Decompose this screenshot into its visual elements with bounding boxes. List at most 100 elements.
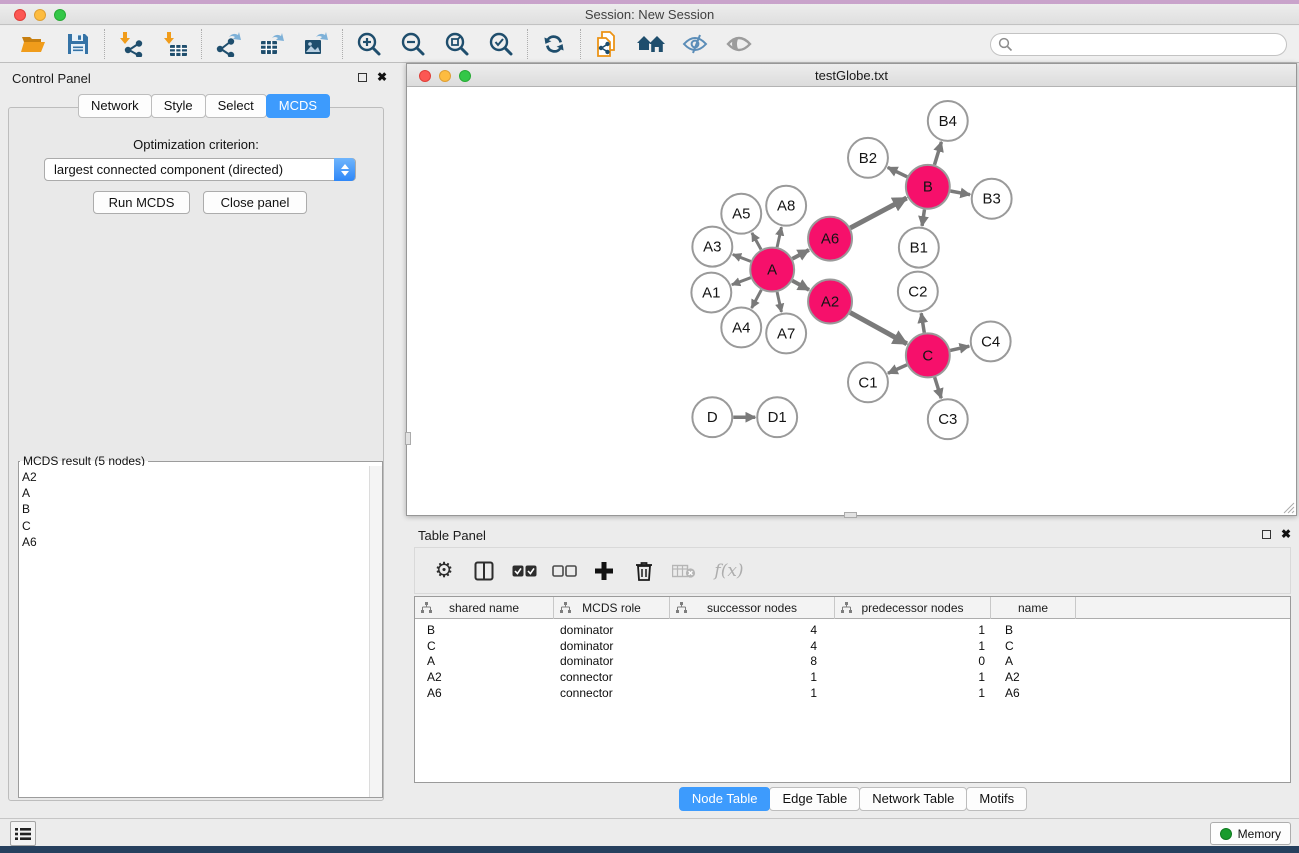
column-header-name[interactable]: name [991,597,1076,619]
export-network-button[interactable] [211,29,245,59]
resize-grip-icon[interactable] [1281,500,1295,514]
tab-node-table[interactable]: Node Table [679,787,771,811]
node-A[interactable]: A [750,248,794,292]
edge-A2-C[interactable] [850,313,907,344]
node-A7[interactable]: A7 [766,313,806,353]
splitter-handle-vertical[interactable] [405,432,411,445]
node-B[interactable]: B [906,165,950,209]
column-header-predecessor-nodes[interactable]: predecessor nodes [835,597,991,619]
close-network-window-button[interactable] [419,70,431,82]
network-canvas[interactable]: B4 B2 B3 A8A5A3 B1 A1 C2 A4A7 C4 C1 C3 D D1 B A6 A A2 C [407,88,1296,515]
import-table-button[interactable] [158,29,192,59]
delete-columns-button[interactable] [627,556,661,586]
table-row[interactable]: Cdominator41C [415,638,1290,654]
zoom-network-window-button[interactable] [459,70,471,82]
float-table-panel-icon[interactable] [1262,530,1271,539]
node-A3[interactable]: A3 [692,227,732,267]
table-row[interactable]: A2connector11A2 [415,669,1290,685]
export-table-button[interactable] [255,29,289,59]
new-network-from-selection-button[interactable] [590,29,624,59]
edge-C-C3[interactable] [935,377,942,398]
node-C1[interactable]: C1 [848,362,888,402]
node-D1[interactable]: D1 [757,397,797,437]
tab-edge-table[interactable]: Edge Table [769,787,860,811]
node-B4[interactable]: B4 [928,101,968,141]
mcds-result-scrollbar[interactable] [369,466,382,797]
zoom-selected-button[interactable] [484,29,518,59]
tab-network[interactable]: Network [78,94,152,118]
node-C3[interactable]: C3 [928,399,968,439]
edge-A6-B[interactable] [850,198,906,228]
close-panel-icon[interactable]: ✖ [377,70,387,84]
network-graph[interactable]: B4 B2 B3 A8A5A3 B1 A1 C2 A4A7 C4 C1 C3 D D1 B A6 A A2 C [407,88,1296,515]
tab-style[interactable]: Style [151,94,206,118]
column-split-button[interactable] [467,556,501,586]
edge-A-A5[interactable] [752,233,761,250]
edge-A-A7[interactable] [777,292,781,312]
table-row[interactable]: A6connector11A6 [415,685,1290,701]
mcds-result-item[interactable]: B [22,501,369,517]
splitter-handle-horizontal[interactable] [844,512,857,518]
node-A8[interactable]: A8 [766,186,806,226]
node-A4[interactable]: A4 [721,307,761,347]
column-header-shared-name[interactable]: shared name [415,597,554,619]
edge-C-C1[interactable] [888,365,907,374]
zoom-in-button[interactable] [352,29,386,59]
network-window-titlebar[interactable]: testGlobe.txt [407,64,1296,87]
export-image-button[interactable] [299,29,333,59]
mcds-result-item[interactable]: C [22,518,369,534]
run-mcds-button[interactable]: Run MCDS [93,191,190,214]
import-network-button[interactable] [114,29,148,59]
zoom-fit-button[interactable] [440,29,474,59]
node-C[interactable]: C [906,333,950,377]
mcds-result-item[interactable]: A2 [22,469,369,485]
close-panel-button[interactable]: Close panel [203,191,307,214]
table-options-button[interactable]: ⚙ [427,556,461,586]
edge-B-B3[interactable] [950,191,970,195]
task-history-button[interactable] [10,821,36,846]
node-A6[interactable]: A6 [808,217,852,261]
node-A1[interactable]: A1 [691,273,731,313]
edge-B-B1[interactable] [922,209,924,225]
node-B3[interactable]: B3 [972,179,1012,219]
zoom-window-button[interactable] [54,9,66,21]
node-C4[interactable]: C4 [971,321,1011,361]
tab-mcds[interactable]: MCDS [266,94,330,118]
mcds-result-item[interactable]: A6 [22,534,369,550]
tab-select[interactable]: Select [205,94,267,118]
node-B1[interactable]: B1 [899,228,939,268]
node-B2[interactable]: B2 [848,138,888,178]
edge-A-A3[interactable] [733,254,751,261]
node-C2[interactable]: C2 [898,272,938,312]
cybrowser-home-button[interactable] [634,29,668,59]
zoom-out-button[interactable] [396,29,430,59]
mcds-result-list[interactable]: A2ABCA6 [19,466,369,797]
delete-table-button[interactable] [667,556,701,586]
mcds-result-item[interactable]: A [22,485,369,501]
edge-A-A2[interactable] [792,281,809,290]
float-panel-icon[interactable] [358,73,367,82]
edge-B-B4[interactable] [934,142,941,165]
table-row[interactable]: Adominator80A [415,653,1290,669]
column-header-MCDS-role[interactable]: MCDS role [554,597,670,619]
edge-A-A8[interactable] [777,227,781,247]
refresh-layout-button[interactable] [537,29,571,59]
column-header-successor-nodes[interactable]: successor nodes [670,597,835,619]
node-A2[interactable]: A2 [808,280,852,324]
tab-network-table[interactable]: Network Table [859,787,967,811]
add-column-button[interactable] [587,556,621,586]
show-graphics-details-button[interactable] [722,29,756,59]
criterion-dropdown[interactable]: largest connected component (directed) [44,158,356,181]
select-all-columns-button[interactable] [507,556,541,586]
memory-button[interactable]: Memory [1210,822,1291,845]
node-D[interactable]: D [692,397,732,437]
search-input[interactable] [990,33,1287,56]
node-A5[interactable]: A5 [721,194,761,234]
edge-A-A6[interactable] [792,250,809,259]
save-session-button[interactable] [61,29,95,59]
hide-panels-button[interactable] [678,29,712,59]
function-builder-button[interactable]: f(x) [707,556,751,586]
edge-A-A4[interactable] [752,290,762,308]
table-row[interactable]: Bdominator41B [415,622,1290,638]
close-table-panel-icon[interactable]: ✖ [1281,527,1291,541]
